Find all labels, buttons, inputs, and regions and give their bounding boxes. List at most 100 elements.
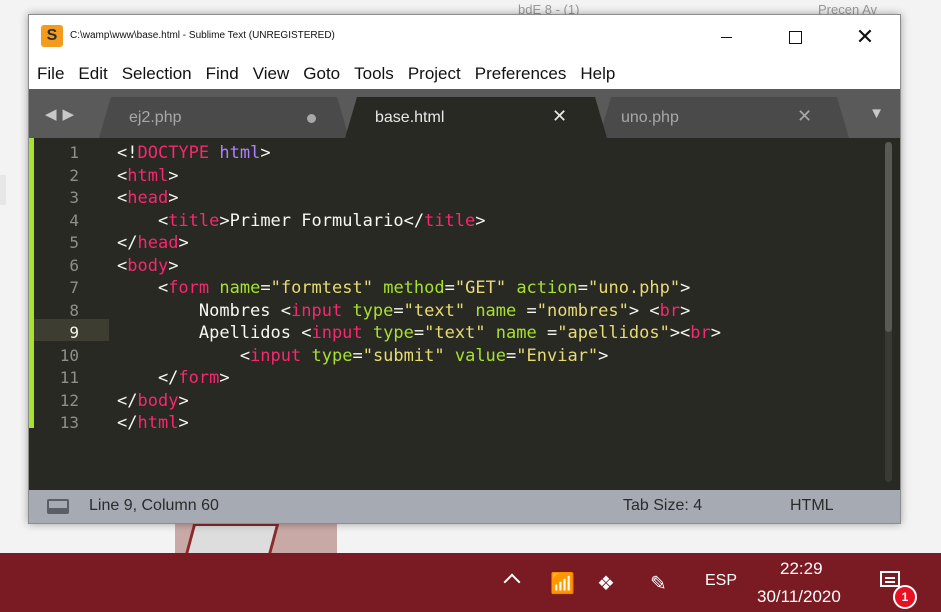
code-token: "submit" [362, 345, 445, 366]
menu-tools[interactable]: Tools [346, 64, 400, 84]
code-token: < [117, 278, 169, 298]
code-line[interactable]: Nombres <input type="text" name ="nombre… [117, 300, 721, 323]
tab-bar: ◀ ▶ ej2.php uno.php ✕ base.html ✕ ▼ [29, 89, 900, 138]
tab-label: uno.php [621, 109, 679, 126]
taskbar: 📶 ❖ ✎ ESP 22:29 30/11/2020 1 [0, 553, 941, 612]
sublime-window: S C:\wamp\www\base.html - Sublime Text (… [28, 14, 901, 524]
code-token: "nombres" [536, 300, 629, 321]
code-token: = [260, 278, 271, 298]
title-bar[interactable]: S C:\wamp\www\base.html - Sublime Text (… [29, 15, 900, 59]
code-line[interactable]: </body> [117, 390, 721, 413]
tab-close-icon[interactable]: ✕ [552, 106, 567, 127]
code-line[interactable]: </form> [117, 367, 721, 390]
code-editor[interactable]: 1 2 3 4 5 6 7 8 9 10 11 12 13 <!DOCTYPE html> <html> <… [29, 138, 900, 490]
tab-navigation: ◀ ▶ [45, 105, 74, 123]
code-token: > [168, 255, 179, 276]
line-number: 13 [59, 413, 79, 432]
code-line[interactable]: </head> [117, 232, 721, 255]
tab-next-icon[interactable]: ▶ [63, 105, 75, 123]
code-line[interactable]: </html> [117, 412, 721, 435]
line-number: 6 [69, 255, 79, 275]
tab-uno-php[interactable]: uno.php ✕ [599, 97, 849, 138]
tab-dropdown-icon[interactable]: ▼ [869, 105, 884, 122]
code-token: > [260, 143, 271, 163]
code-token: form [168, 278, 210, 298]
code-token: > [710, 323, 722, 343]
code-line[interactable]: <title>Primer Formulario</title> [117, 210, 721, 233]
close-button[interactable]: ✕ [842, 15, 888, 59]
maximize-button[interactable] [772, 15, 818, 59]
line-number: 4 [69, 210, 79, 230]
clock-time[interactable]: 22:29 [780, 559, 823, 579]
code-token: type [372, 323, 414, 343]
minimize-button[interactable] [703, 15, 749, 59]
code-token: < [117, 345, 251, 366]
menu-edit[interactable]: Edit [70, 64, 113, 84]
line-number: 3 [69, 188, 79, 207]
code-token: < [117, 165, 128, 186]
code-token: body [127, 255, 169, 276]
chevron-up-icon[interactable] [503, 573, 521, 591]
code-token: > < [628, 300, 660, 321]
code-token: = [413, 323, 425, 343]
code-token: body [137, 390, 179, 411]
pen-icon[interactable]: ✎ [650, 571, 667, 596]
code-token: value [454, 345, 507, 366]
notification-badge: 1 [893, 585, 917, 609]
tab-prev-icon[interactable]: ◀ [45, 105, 57, 123]
code-token: name [495, 323, 537, 343]
code-line[interactable]: Apellidos <input type="text" name ="apel… [117, 322, 721, 345]
code-token: action [516, 278, 578, 298]
code-token: "apellidos" [557, 323, 670, 343]
code-line[interactable]: <body> [117, 255, 721, 278]
line-number: 10 [59, 345, 79, 365]
tab-base-html[interactable]: base.html ✕ [345, 97, 607, 138]
menu-help[interactable]: Help [572, 64, 621, 84]
menu-preferences[interactable]: Preferences [467, 64, 573, 84]
clock-date[interactable]: 30/11/2020 [757, 587, 841, 607]
console-panel-icon[interactable] [47, 499, 69, 514]
line-number: 1 [69, 143, 79, 162]
code-token: "formtest" [270, 278, 373, 298]
menu-view[interactable]: View [245, 64, 296, 84]
tab-close-icon[interactable]: ✕ [797, 106, 812, 127]
syntax-indicator[interactable]: HTML [790, 497, 834, 515]
code-token: type [311, 345, 353, 366]
code-line[interactable]: <!DOCTYPE html> [117, 142, 721, 165]
code-area[interactable]: <!DOCTYPE html> <html> <head> <title>Prime… [117, 142, 721, 435]
code-token: html [219, 143, 261, 163]
vertical-scrollbar-thumb[interactable] [885, 142, 892, 332]
cursor-position: Line 9, Column 60 [89, 497, 219, 514]
code-token: </ [117, 368, 179, 388]
menu-file[interactable]: File [29, 64, 70, 84]
code-line[interactable]: <html> [117, 165, 721, 188]
code-token: html [127, 165, 169, 186]
code-token: "Enviar" [516, 345, 599, 366]
code-line[interactable]: <input type="submit" value="Enviar"> [117, 345, 721, 368]
tab-ej2-php[interactable]: ej2.php [99, 97, 349, 138]
dropbox-icon[interactable]: ❖ [597, 571, 615, 596]
tab-size-indicator[interactable]: Tab Size: 4 [623, 497, 702, 515]
menu-goto[interactable]: Goto [295, 64, 346, 84]
close-icon: ✕ [855, 24, 875, 49]
code-line[interactable]: <head> [117, 187, 721, 210]
menu-find[interactable]: Find [198, 64, 245, 84]
wifi-icon[interactable]: 📶 [550, 571, 575, 596]
code-token: DOCTYPE [137, 143, 210, 163]
unsaved-dot-icon [307, 114, 316, 123]
menu-project[interactable]: Project [400, 64, 467, 84]
tab-label: ej2.php [129, 109, 182, 126]
line-number: 11 [59, 368, 79, 387]
code-token: = [352, 345, 363, 366]
menu-selection[interactable]: Selection [114, 64, 198, 84]
notification-icon[interactable] [880, 571, 900, 587]
language-indicator[interactable]: ESP [705, 572, 737, 590]
code-token: head [127, 188, 169, 208]
code-token: "GET" [454, 278, 507, 298]
code-line[interactable]: <form name="formtest" method="GET" actio… [117, 277, 721, 300]
